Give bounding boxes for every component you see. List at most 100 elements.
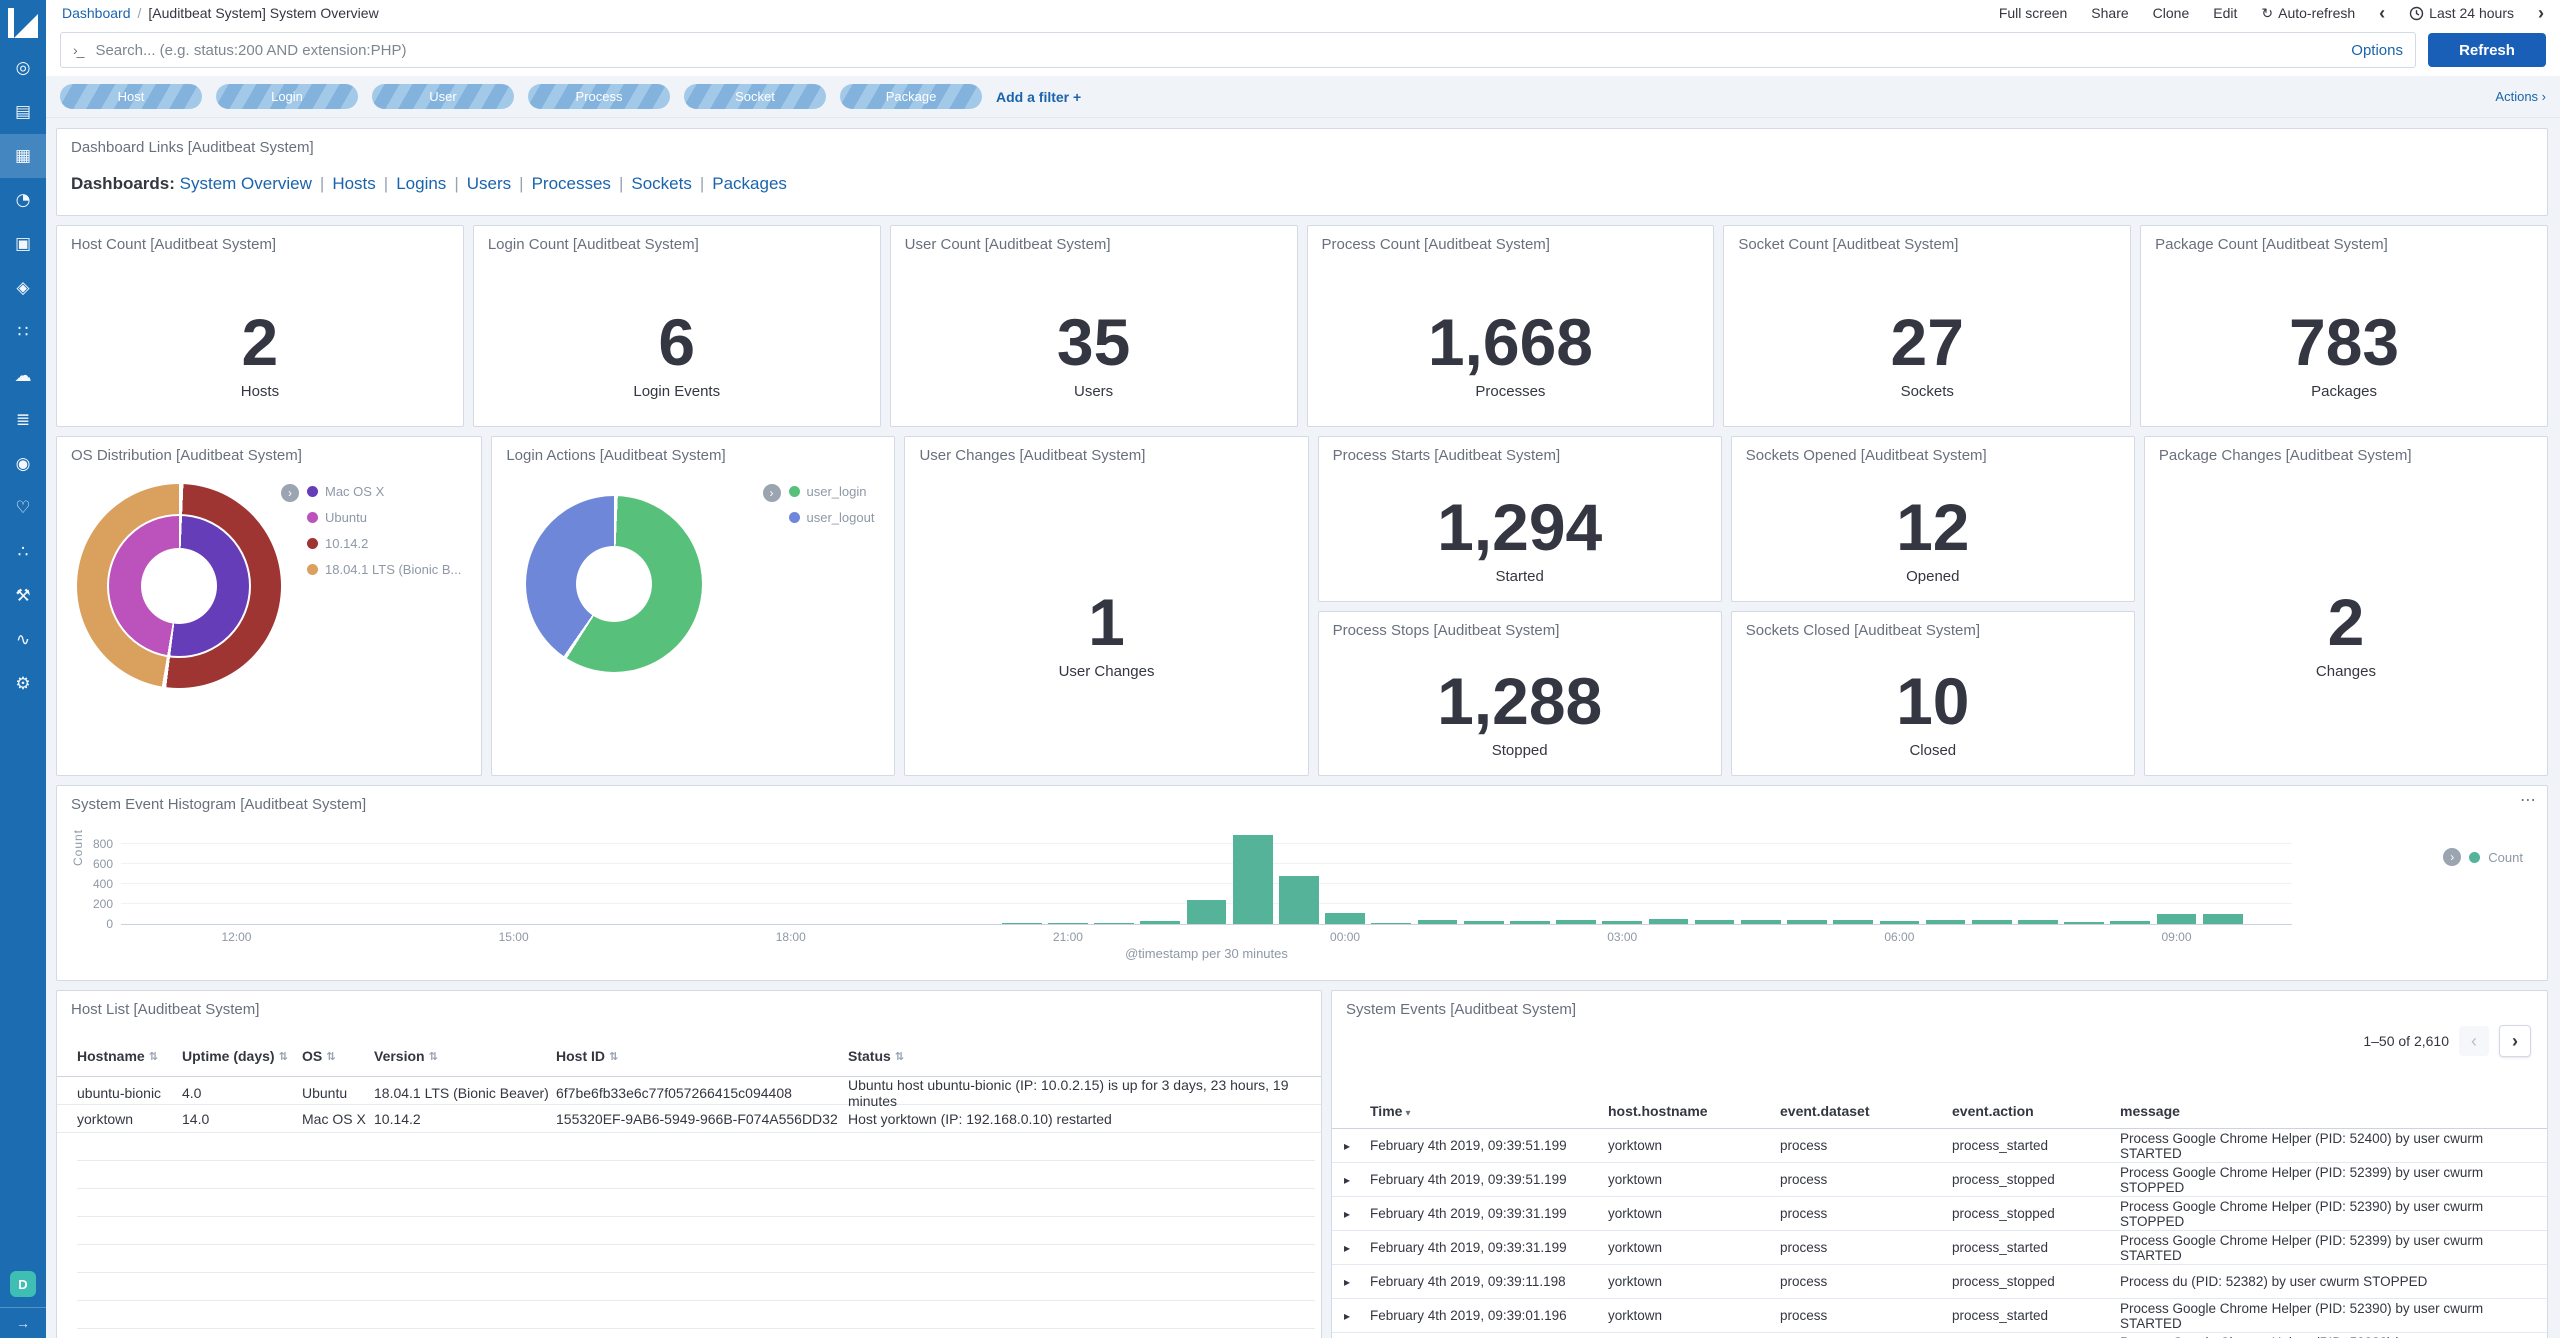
legend-item[interactable]: 18.04.1 LTS (Bionic B...	[307, 562, 461, 577]
expand-row-button[interactable]: ▸	[1344, 1275, 1370, 1289]
login-actions-donut[interactable]	[526, 496, 702, 672]
full-screen-button[interactable]: Full screen	[1999, 5, 2067, 21]
sidebar-item-infrastructure[interactable]: ☁	[0, 354, 46, 398]
histogram-bar[interactable]	[1371, 923, 1411, 925]
column-header-event-dataset[interactable]: event.dataset	[1780, 1103, 1952, 1119]
column-header-uptime-days-[interactable]: Uptime (days)⇅	[182, 1048, 302, 1064]
column-header-status[interactable]: Status⇅	[848, 1048, 1315, 1064]
expand-row-button[interactable]: ▸	[1344, 1309, 1370, 1323]
legend-label[interactable]: Count	[2488, 850, 2523, 865]
edit-button[interactable]: Edit	[2213, 5, 2237, 21]
legend-toggle-icon[interactable]: ›	[763, 484, 781, 502]
dashboard-link-processes[interactable]: Processes	[532, 174, 611, 193]
histogram-bar[interactable]	[2203, 914, 2243, 924]
expand-row-button[interactable]: ▸	[1344, 1139, 1370, 1153]
filter-pill-socket[interactable]: Socket	[684, 84, 826, 109]
histogram-bar[interactable]	[1972, 920, 2012, 925]
os-distribution-donut[interactable]	[77, 484, 281, 688]
sidebar-item-dev-tools[interactable]: ⚒	[0, 574, 46, 618]
histogram-bar[interactable]	[1695, 920, 1735, 924]
sidebar-item-timelion[interactable]: ◔	[0, 178, 46, 222]
histogram-plot[interactable]: 020040060080012:0015:0018:0021:0000:0003…	[121, 832, 2292, 925]
sidebar-collapse-button[interactable]: →	[0, 1307, 46, 1338]
panel-options-icon[interactable]: ⋯	[2520, 790, 2537, 810]
legend-item[interactable]: 10.14.2	[307, 536, 461, 551]
table-row[interactable]: yorktown14.0Mac OS X10.14.2155320EF-9AB6…	[57, 1105, 1321, 1133]
share-button[interactable]: Share	[2091, 5, 2128, 21]
column-header-host-id[interactable]: Host ID⇅	[556, 1048, 848, 1064]
histogram-bar[interactable]	[1048, 923, 1088, 924]
legend-item[interactable]: Ubuntu	[307, 510, 461, 525]
sidebar-item-apm[interactable]: ◉	[0, 442, 46, 486]
histogram-bar[interactable]	[1464, 921, 1504, 925]
histogram-bar[interactable]	[1741, 920, 1781, 925]
space-avatar[interactable]: D	[10, 1271, 36, 1297]
next-page-button[interactable]: ›	[2499, 1025, 2531, 1057]
histogram-bar[interactable]	[2018, 920, 2058, 925]
histogram-bar[interactable]	[2157, 914, 2197, 924]
column-header-message[interactable]: message	[2120, 1103, 2539, 1119]
histogram-bar[interactable]	[1094, 923, 1134, 924]
time-back-button[interactable]: ‹	[2379, 4, 2385, 22]
histogram-bar[interactable]	[1880, 921, 1920, 924]
sidebar-item-maps[interactable]: ◈	[0, 266, 46, 310]
breadcrumb-dashboard-link[interactable]: Dashboard	[62, 5, 131, 21]
histogram-bar[interactable]	[1279, 876, 1319, 924]
histogram-bar[interactable]	[1002, 923, 1042, 924]
filter-pill-login[interactable]: Login	[216, 84, 358, 109]
histogram-bar[interactable]	[1510, 921, 1550, 924]
histogram-bar[interactable]	[1833, 920, 1873, 925]
column-header-event-action[interactable]: event.action	[1952, 1103, 2120, 1119]
kibana-logo[interactable]	[0, 0, 46, 46]
sidebar-item-machine-learning[interactable]: ∷	[0, 310, 46, 354]
histogram-bar[interactable]	[1602, 921, 1642, 925]
histogram-bar[interactable]	[1325, 913, 1365, 924]
expand-row-button[interactable]: ▸	[1344, 1173, 1370, 1187]
histogram-bar[interactable]	[1233, 835, 1273, 924]
sidebar-item-discover[interactable]: ◎	[0, 46, 46, 90]
histogram-bar[interactable]	[1556, 920, 1596, 924]
sidebar-item-graph[interactable]: ∴	[0, 530, 46, 574]
histogram-bar[interactable]	[1418, 920, 1458, 925]
sidebar-item-management[interactable]: ⚙	[0, 662, 46, 706]
column-header-hostname[interactable]: Hostname⇅	[77, 1048, 182, 1064]
dashboard-link-logins[interactable]: Logins	[396, 174, 446, 193]
filter-actions-button[interactable]: Actions ›	[2495, 89, 2546, 104]
legend-item[interactable]: Mac OS X	[307, 484, 461, 499]
sidebar-item-canvas[interactable]: ▣	[0, 222, 46, 266]
dashboard-link-packages[interactable]: Packages	[712, 174, 787, 193]
filter-pill-process[interactable]: Process	[528, 84, 670, 109]
time-forward-button[interactable]: ›	[2538, 4, 2544, 22]
add-filter-button[interactable]: Add a filter +	[996, 89, 1081, 105]
dashboard-link-users[interactable]: Users	[467, 174, 511, 193]
legend-item[interactable]: user_login	[789, 484, 875, 499]
histogram-bar[interactable]	[2110, 921, 2150, 925]
column-header-host-hostname[interactable]: host.hostname	[1608, 1103, 1780, 1119]
histogram-bar[interactable]	[1187, 900, 1227, 924]
dashboard-link-sockets[interactable]: Sockets	[631, 174, 691, 193]
column-header-os[interactable]: OS⇅	[302, 1048, 374, 1064]
refresh-button[interactable]: Refresh	[2428, 33, 2546, 67]
column-header-version[interactable]: Version⇅	[374, 1048, 556, 1064]
table-row[interactable]: ubuntu-bionic4.0Ubuntu18.04.1 LTS (Bioni…	[57, 1077, 1321, 1105]
sidebar-item-logs[interactable]: ≣	[0, 398, 46, 442]
filter-pill-host[interactable]: Host	[60, 84, 202, 109]
histogram-bar[interactable]	[1649, 919, 1689, 924]
sidebar-item-monitoring[interactable]: ∿	[0, 618, 46, 662]
prev-page-button[interactable]: ‹	[2459, 1026, 2489, 1056]
sidebar-item-dashboard[interactable]: ▦	[0, 134, 46, 178]
expand-row-button[interactable]: ▸	[1344, 1207, 1370, 1221]
legend-toggle-icon[interactable]: ›	[281, 484, 299, 502]
auto-refresh-button[interactable]: ↻Auto-refresh	[2261, 5, 2355, 22]
filter-pill-user[interactable]: User	[372, 84, 514, 109]
legend-toggle-icon[interactable]: ›	[2443, 848, 2461, 866]
expand-row-button[interactable]: ▸	[1344, 1241, 1370, 1255]
query-options-link[interactable]: Options	[2351, 42, 2403, 59]
histogram-bar[interactable]	[1140, 921, 1180, 924]
sidebar-item-uptime[interactable]: ♡	[0, 486, 46, 530]
histogram-bar[interactable]	[1787, 920, 1827, 924]
histogram-bar[interactable]	[1926, 920, 1966, 924]
filter-pill-package[interactable]: Package	[840, 84, 982, 109]
time-picker-button[interactable]: Last 24 hours	[2409, 5, 2514, 21]
legend-item[interactable]: user_logout	[789, 510, 875, 525]
